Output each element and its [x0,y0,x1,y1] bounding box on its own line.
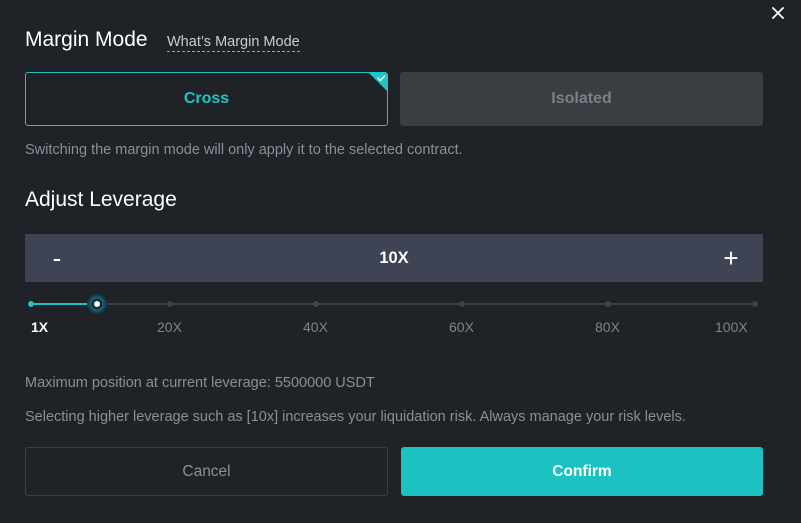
leverage-slider[interactable] [25,296,763,312]
margin-mode-title: Margin Mode [25,28,148,51]
tick-label-100x: 100X [715,319,748,335]
slider-dot-80x [605,301,611,307]
tick-label-1x: 1X [31,319,49,335]
adjust-leverage-title: Adjust Leverage [25,188,177,211]
tick-label-20x: 20X [157,319,182,335]
decrease-leverage-button[interactable]: - [43,245,71,271]
cancel-button[interactable]: Cancel [25,447,388,496]
cross-mode-label: Cross [183,90,230,107]
close-icon [772,7,784,19]
slider-thumb[interactable] [89,296,105,312]
slider-dot-40x [313,301,319,307]
leverage-stepper: - 10X + [25,234,763,282]
increase-leverage-button[interactable]: + [717,245,745,271]
margin-leverage-dialog: Margin Mode What’s Margin Mode Cross Iso… [0,0,801,523]
isolated-mode-button[interactable]: Isolated [400,72,763,126]
tick-label-60x: 60X [449,319,474,335]
risk-warning-text: Selecting higher leverage such as [10x] … [25,409,686,425]
slider-dot-1x [28,301,34,307]
check-icon [369,73,387,91]
slider-track [31,303,757,305]
confirm-button[interactable]: Confirm [401,447,763,496]
max-position-text: Maximum position at current leverage: 55… [25,375,375,391]
tick-label-40x: 40X [303,319,328,335]
slider-dot-100x [752,301,758,307]
close-button[interactable] [769,4,787,22]
leverage-value: 10X [379,248,409,267]
slider-dot-60x [459,301,465,307]
margin-mode-note: Switching the margin mode will only appl… [25,142,463,158]
cross-mode-button[interactable]: Cross [25,72,388,126]
whats-margin-mode-link[interactable]: What’s Margin Mode [167,34,300,52]
slider-dot-20x [167,301,173,307]
slider-fill [31,303,97,305]
isolated-mode-label: Isolated [551,90,612,107]
tick-label-80x: 80X [595,319,620,335]
